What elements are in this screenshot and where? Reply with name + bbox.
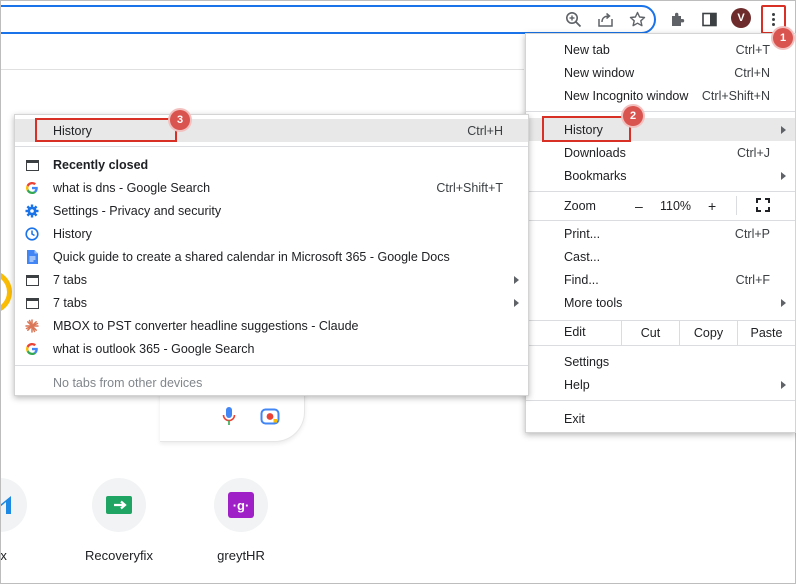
copy-button[interactable]: Copy	[679, 321, 737, 345]
chrome-main-menu: New tab Ctrl+T New window Ctrl+N New Inc…	[525, 33, 796, 433]
menu-item-new-tab[interactable]: New tab Ctrl+T	[526, 38, 795, 61]
menu-item-shortcut: Ctrl+Shift+N	[701, 88, 770, 103]
zoom-label: Zoom	[564, 198, 596, 213]
menu-item-more-tools[interactable]: More tools	[526, 291, 795, 314]
menu-item-history[interactable]: History	[526, 118, 795, 141]
history-entry-label: 7 tabs	[53, 272, 88, 287]
edit-row: Edit Cut Copy Paste	[526, 321, 795, 345]
menu-divider	[526, 220, 795, 221]
menu-divider	[526, 111, 795, 112]
edit-label: Edit	[564, 325, 586, 339]
menu-item-label: Cast...	[564, 249, 601, 264]
menu-item-print[interactable]: Print... Ctrl+P	[526, 222, 795, 245]
menu-item-label: History	[564, 122, 603, 137]
menu-item-label: Downloads	[564, 145, 626, 160]
no-tabs-other-devices: No tabs from other devices	[53, 375, 203, 390]
zoom-row: Zoom – 110% +	[526, 194, 795, 217]
menu-item-help[interactable]: Help	[526, 373, 795, 396]
chevron-right-icon	[781, 126, 786, 134]
zoom-level: 110%	[660, 198, 692, 213]
menu-item-find[interactable]: Find... Ctrl+F	[526, 268, 795, 291]
menu-item-downloads[interactable]: Downloads Ctrl+J	[526, 141, 795, 164]
menu-item-settings[interactable]: Settings	[526, 350, 795, 373]
chevron-right-icon	[514, 299, 519, 307]
tab-window-icon	[24, 295, 40, 311]
step-badge: 3	[170, 110, 190, 130]
menu-divider	[526, 191, 795, 192]
menu-item-bookmarks[interactable]: Bookmarks	[526, 164, 795, 187]
claude-icon	[24, 318, 40, 334]
menu-divider	[526, 400, 795, 401]
menu-divider	[15, 365, 528, 366]
menu-item-label: Settings	[564, 354, 610, 369]
history-entry[interactable]: Quick guide to create a shared calendar …	[15, 245, 528, 268]
tab-window-icon	[24, 272, 40, 288]
menu-item-shortcut: Ctrl+P	[734, 226, 770, 241]
fullscreen-icon[interactable]	[756, 198, 770, 212]
cut-button[interactable]: Cut	[621, 321, 679, 345]
chevron-right-icon	[514, 276, 519, 284]
menu-item-label: New window	[564, 65, 635, 80]
menu-item-shortcut: Ctrl+J	[737, 145, 770, 160]
menu-item-label: Exit	[564, 411, 585, 426]
menu-item-label: Help	[564, 377, 590, 392]
menu-item-shortcut: Ctrl+T	[735, 42, 770, 57]
menu-item-label: New Incognito window	[564, 88, 689, 103]
chevron-right-icon	[781, 172, 786, 180]
menu-item-label: Bookmarks	[564, 168, 627, 183]
menu-item-incognito[interactable]: New Incognito window Ctrl+Shift+N	[526, 84, 795, 107]
menu-item-label: Print...	[564, 226, 601, 241]
step-badge: 2	[623, 106, 643, 126]
paste-button[interactable]: Paste	[737, 321, 795, 345]
menu-item-shortcut: Ctrl+F	[735, 272, 770, 287]
menu-item-exit[interactable]: Exit	[526, 407, 795, 430]
menu-item-label: History	[53, 123, 92, 138]
zoom-divider	[736, 196, 737, 215]
menu-divider	[15, 146, 528, 147]
menu-item-cast[interactable]: Cast...	[526, 245, 795, 268]
history-entry[interactable]: 7 tabs	[15, 291, 528, 314]
zoom-out-button[interactable]: –	[635, 198, 643, 214]
menu-item-label: Find...	[564, 272, 599, 287]
step-badge: 1	[773, 28, 793, 48]
history-entry[interactable]: MBOX to PST converter headline suggestio…	[15, 314, 528, 337]
history-entry-label: 7 tabs	[53, 295, 88, 310]
history-entry[interactable]: what is outlook 365 - Google Search	[15, 337, 528, 360]
history-entry-label: Settings - Privacy and security	[53, 203, 222, 218]
menu-item-shortcut: Ctrl+N	[734, 65, 770, 80]
history-entry[interactable]: Settings - Privacy and security	[15, 199, 528, 222]
history-entry-label: MBOX to PST converter headline suggestio…	[53, 318, 359, 333]
menu-item-new-window[interactable]: New window Ctrl+N	[526, 61, 795, 84]
history-entry-label: Quick guide to create a shared calendar …	[53, 249, 450, 264]
menu-item-label: More tools	[564, 295, 623, 310]
history-entry-label: History	[53, 226, 92, 241]
zoom-in-button[interactable]: +	[708, 198, 716, 214]
google-icon	[24, 341, 40, 357]
google-icon	[24, 180, 40, 196]
history-entry[interactable]: 7 tabs	[15, 268, 528, 291]
google-docs-icon	[24, 249, 40, 265]
submenu-item-history[interactable]: History Ctrl+H	[15, 119, 528, 142]
history-entry[interactable]: History	[15, 222, 528, 245]
menu-item-label: New tab	[564, 42, 610, 57]
tab-window-icon	[24, 157, 40, 173]
history-entry[interactable]: what is dns - Google Search Ctrl+Shift+T	[15, 176, 528, 199]
menu-divider	[526, 345, 795, 346]
menu-item-shortcut: Ctrl+Shift+T	[436, 180, 503, 195]
chevron-right-icon	[781, 299, 786, 307]
history-entry-label: what is outlook 365 - Google Search	[53, 341, 255, 356]
history-submenu: History Ctrl+H Recently closed what is d…	[14, 114, 529, 396]
settings-gear-icon	[24, 203, 40, 219]
menu-item-shortcut: Ctrl+H	[467, 123, 503, 138]
recently-closed-heading: Recently closed	[15, 153, 528, 176]
history-clock-icon	[24, 226, 40, 242]
history-entry-label: what is dns - Google Search	[53, 180, 211, 195]
chevron-right-icon	[781, 381, 786, 389]
